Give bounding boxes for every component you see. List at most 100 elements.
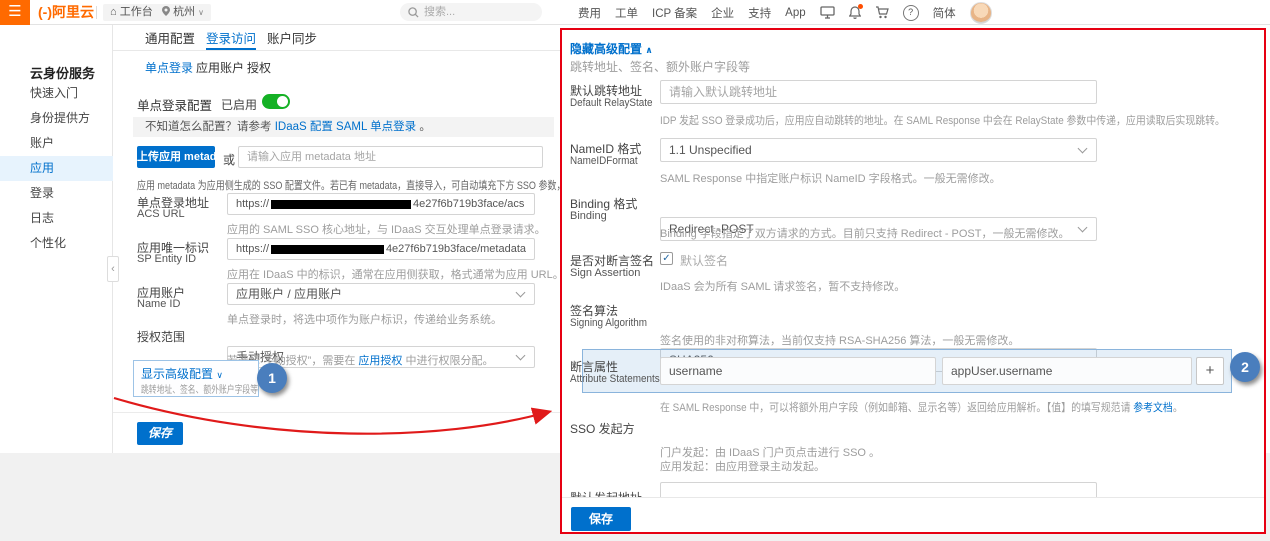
sso-config-label: 单点登录配置: [137, 95, 212, 114]
attr-value-input[interactable]: [942, 357, 1192, 385]
acs-help: 应用的 SAML SSO 核心地址，与 IDaaS 交互处理单点登录请求。: [227, 221, 546, 237]
advanced-config-panel: 隐藏高级配置 ∧ 跳转地址、签名、额外账户字段等 默认跳转地址 Default …: [560, 28, 1266, 534]
algo-label-en: Signing Algorithm: [570, 317, 647, 329]
topbar-item-tickets[interactable]: 工单: [615, 5, 638, 21]
sidebar-item-accounts[interactable]: 账户: [0, 131, 113, 156]
help-icon[interactable]: ?: [903, 5, 919, 21]
default-sign-checkbox[interactable]: ✓: [660, 252, 673, 265]
top-bar: ☰ (-)阿里云 ⌂ 工作台 杭州 ∨ 搜索... 费用 工单 ICP 备案 企…: [0, 0, 1270, 25]
show-advanced-link[interactable]: 显示高级配置 ∨: [141, 365, 223, 382]
notification-dot: [858, 4, 863, 9]
default-sign-label: 默认签名: [680, 252, 728, 269]
acs-url-field[interactable]: https://4e27f6b719b3face/acs: [227, 193, 535, 215]
binding-label-en: Binding: [570, 210, 607, 222]
tab-login-access[interactable]: 登录访问: [206, 31, 256, 50]
chevron-down-icon: ∨: [198, 8, 204, 17]
sidebar-item-idp[interactable]: 身份提供方: [0, 106, 113, 131]
console-monitor-icon[interactable]: [820, 6, 835, 19]
algo-help: 签名使用的非对称算法，当前仅支持 RSA-SHA256 算法，一般无需修改。: [660, 332, 1019, 348]
sso-toggle[interactable]: [262, 94, 290, 109]
reference-doc-link[interactable]: 参考文档: [1133, 402, 1173, 414]
docs-link[interactable]: IDaaS 配置 SAML 单点登录: [275, 121, 416, 133]
sign-help: IDaaS 会为所有 SAML 请求签名，暂不支持修改。: [660, 278, 905, 294]
topbar-item-icp[interactable]: ICP 备案: [652, 5, 697, 21]
logo-text: 阿里云: [52, 4, 94, 20]
location-pin-icon: [162, 6, 170, 16]
save-button[interactable]: 保存: [137, 422, 183, 445]
hamburger-menu-icon[interactable]: ☰: [0, 0, 30, 25]
relay-state-input[interactable]: [660, 80, 1097, 104]
config-notice: 不知道怎么配置？请参考 IDaaS 配置 SAML 单点登录 。: [133, 117, 554, 137]
language-selector[interactable]: 简体: [933, 5, 956, 21]
sso-initiator-help2: 应用发起：由应用登录主动发起。: [660, 458, 825, 474]
sidebar-collapse-handle[interactable]: ‹: [107, 256, 119, 282]
sidebar-item-applications[interactable]: 应用: [0, 156, 113, 181]
aliyun-logo: (-)阿里云: [38, 0, 94, 25]
sidebar-item-personalization[interactable]: 个性化: [0, 231, 113, 256]
metadata-help: 应用 metadata 为应用侧生成的 SSO 配置文件。若已有 metadat…: [137, 177, 611, 193]
tab-account-sync[interactable]: 账户同步: [267, 31, 317, 50]
logo-mark: (-): [38, 4, 52, 20]
sp-help: 应用在 IDaaS 中的标识，通常在应用侧获取，格式通常为应用 URL。: [227, 266, 564, 282]
home-icon: ⌂: [110, 6, 117, 18]
attr-key-input[interactable]: [660, 357, 936, 385]
relay-label-en: Default RelayState: [570, 97, 653, 109]
enabled-label: 已启用: [221, 96, 257, 113]
region-selector[interactable]: 杭州 ∨: [155, 4, 211, 21]
binding-help: Binding 字段指定了双方请求的方式。目前只支持 Redirect - PO…: [660, 225, 1070, 241]
topbar-item-support[interactable]: 支持: [748, 5, 771, 21]
chevron-down-icon: ∨: [216, 370, 223, 380]
topbar-menu: 费用 工单 ICP 备案 企业 支持 App ? 简体: [578, 0, 992, 25]
nameid-select[interactable]: 应用账户 / 应用账户: [227, 283, 535, 305]
search-icon: [408, 7, 419, 18]
toggle-knob: [277, 96, 288, 107]
sidebar-item-quickstart[interactable]: 快速入门: [0, 81, 113, 106]
or-label: 或: [223, 151, 235, 168]
nameidformat-label-en: NameIDFormat: [570, 155, 638, 167]
attrs-label-en: Attribute Statements: [570, 373, 660, 385]
sidebar-item-logs[interactable]: 日志: [0, 206, 113, 231]
content-divider: [113, 412, 561, 413]
relay-help: IDP 发起 SSO 登录成功后，应用应自动跳转的地址。在 SAML Respo…: [660, 112, 1225, 128]
callout-step-2: 2: [1230, 352, 1260, 382]
subtab-sso[interactable]: 单点登录: [145, 59, 193, 76]
tab-general-config[interactable]: 通用配置: [145, 31, 195, 50]
scope-label: 授权范围: [137, 328, 185, 345]
nameid-help: 单点登录时，将选中项作为账户标识，传递给业务系统。: [227, 311, 502, 327]
cart-icon[interactable]: [875, 6, 889, 19]
workbench-button[interactable]: ⌂ 工作台: [103, 4, 160, 21]
metadata-url-input[interactable]: [238, 146, 543, 168]
sp-entity-id-field[interactable]: https://4e27f6b719b3face/metadata: [227, 238, 535, 260]
acs-label-en: ACS URL: [137, 208, 185, 220]
nameid-label-en: Name ID: [137, 298, 180, 310]
attrs-help: 在 SAML Response 中，可以将额外用户字段（例如邮箱、显示名等）返回…: [660, 399, 1183, 415]
advanced-config-box: 显示高级配置 ∨ 跳转地址、签名、额外账户字段等: [133, 360, 259, 397]
user-avatar[interactable]: [970, 2, 992, 24]
page: ☰ (-)阿里云 ⌂ 工作台 杭州 ∨ 搜索... 费用 工单 ICP 备案 企…: [0, 0, 1270, 541]
app-authorization-link[interactable]: 应用授权: [358, 355, 402, 367]
chevron-up-icon: ∧: [645, 45, 652, 55]
sidebar-item-login[interactable]: 登录: [0, 181, 113, 206]
search-input[interactable]: 搜索...: [400, 3, 542, 21]
redaction-bar: [271, 200, 411, 209]
hide-advanced-link[interactable]: 隐藏高级配置 ∧: [570, 40, 653, 57]
topbar-item-app[interactable]: App: [785, 7, 805, 19]
add-attribute-button[interactable]: +: [1196, 357, 1224, 385]
sidebar-title: 云身份服务: [30, 63, 95, 82]
notifications-bell-icon[interactable]: [849, 6, 861, 20]
topbar-item-billing[interactable]: 费用: [578, 5, 601, 21]
sso-initiator-label: SSO 发起方: [570, 420, 635, 437]
sign-label-en: Sign Assertion: [570, 267, 640, 279]
nameidformat-select[interactable]: 1.1 Unspecified: [660, 138, 1097, 162]
nameidformat-help: SAML Response 中指定账户标识 NameID 字段格式。一般无需修改…: [660, 170, 1001, 186]
redaction-bar: [271, 245, 384, 254]
callout-step-1: 1: [257, 363, 287, 393]
panel-footer: 保存: [562, 497, 1264, 532]
sp-label-en: SP Entity ID: [137, 253, 196, 265]
upload-metadata-button[interactable]: 上传应用 metadata: [137, 146, 215, 168]
advanced-desc: 跳转地址、签名、额外账户字段等: [141, 381, 258, 396]
subtab-authorization[interactable]: 授权: [247, 59, 271, 76]
topbar-item-enterprise[interactable]: 企业: [711, 5, 734, 21]
panel-save-button[interactable]: 保存: [571, 507, 631, 531]
subtab-app-account[interactable]: 应用账户: [196, 59, 244, 76]
